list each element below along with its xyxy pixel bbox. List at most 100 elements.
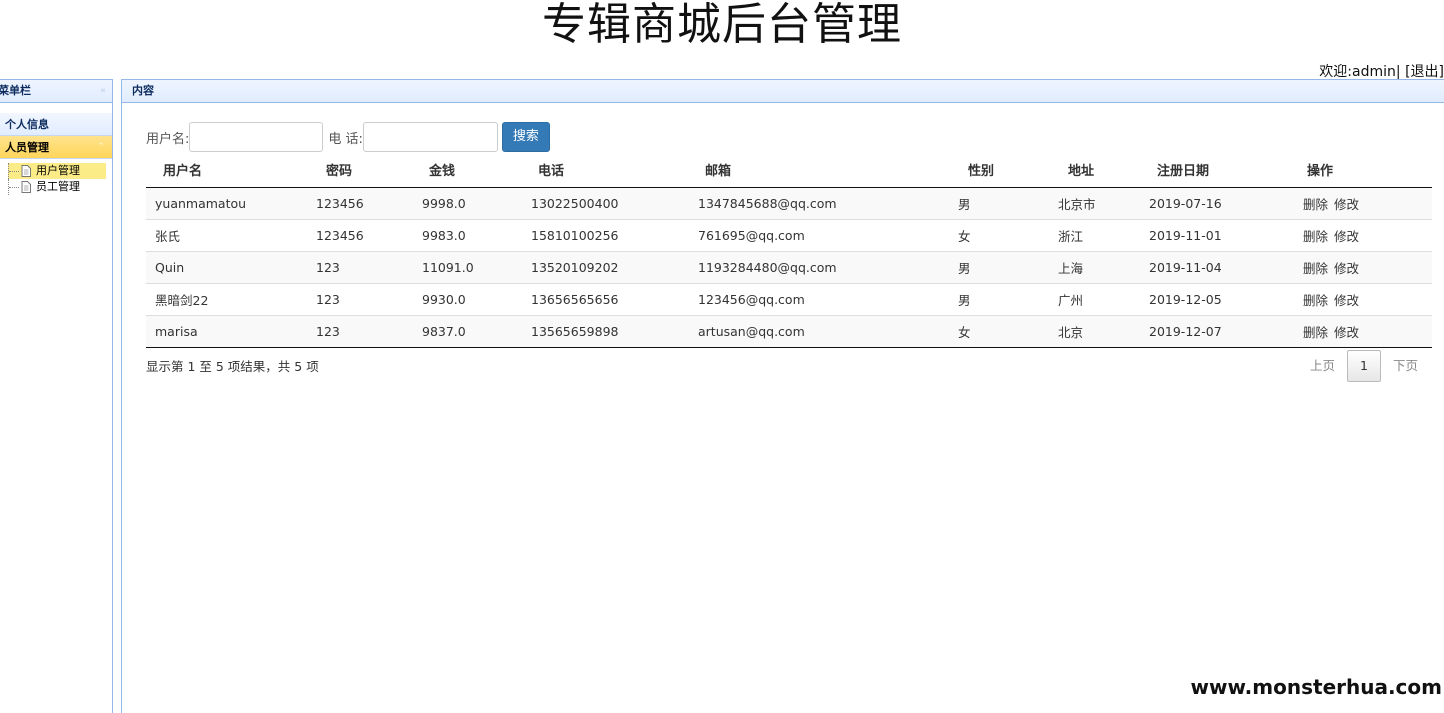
table-row: yuanmamatou 123456 9998.0 13022500400 134784… [146,186,1432,219]
actions-cell: 删除 修改 [1295,314,1432,348]
username-cell: 黑暗剑22 [146,282,316,315]
password-cell: 123 [316,250,422,283]
accordion-staff-management-label: 人员管理 [5,141,49,154]
table-header-row: 用户名 密码 金钱 电话 邮箱 性别 地址 注册日期 操作 [146,153,1432,188]
edit-link[interactable]: 修改 [1334,261,1359,276]
search-button[interactable]: 搜索 [501,122,550,152]
actions-cell: 删除 修改 [1295,282,1432,315]
actions-cell: 删除 修改 [1295,186,1432,219]
address-cell: 上海 [1048,250,1149,283]
tree-item-label: 用户管理 [36,164,80,177]
tree-line [8,179,20,195]
email-cell: 123456@qq.com [698,282,948,315]
phone-cell: 15810100256 [531,218,698,251]
pagination: 上页 1 下页 [1298,350,1430,382]
column-header-password[interactable]: 密码 [316,153,422,188]
email-cell: artusan@qq.com [698,314,948,348]
table-row: 张氏 123456 9983.0 15810100256 761695@qq.com 女浙… [146,218,1432,251]
edit-link[interactable]: 修改 [1334,229,1359,244]
table-row: 黑暗剑22 123 9930.0 13656565656 123456@qq.com 男广… [146,282,1432,315]
gender-cell: 男 [948,186,1048,219]
email-cell: 1193284480@qq.com [698,250,948,283]
table-row: marisa 123 9837.0 13565659898 artusan@qq.com… [146,314,1432,348]
next-page-button[interactable]: 下页 [1381,350,1430,382]
search-bar: 用户名: 电 话: 搜索 [146,122,550,152]
accordion-personal-info[interactable]: 个人信息 [0,113,112,136]
address-cell: 浙江 [1048,218,1149,251]
menu-tree: 用户管理 员工管理 [0,159,112,195]
column-header-email[interactable]: 邮箱 [698,153,948,188]
edit-link[interactable]: 修改 [1334,197,1359,212]
phone-cell: 13565659898 [531,314,698,348]
password-cell: 123 [316,282,422,315]
column-header-gender[interactable]: 性别 [948,153,1048,188]
menu-panel-header: 菜单栏 « [0,79,112,103]
money-cell: 9983.0 [422,218,531,251]
delete-link[interactable]: 删除 [1303,261,1328,276]
password-cell: 123456 [316,218,422,251]
page-number-button[interactable]: 1 [1346,350,1381,382]
content-panel-title: 内容 [132,84,154,97]
username-cell: marisa [146,314,316,348]
phone-cell: 13656565656 [531,282,698,315]
accordion-staff-management[interactable]: 人员管理 ⌃ [0,136,112,159]
menu-accordion: 个人信息 人员管理 ⌃ 用户管理 员工管理 [0,113,112,195]
actions-cell: 删除 修改 [1295,218,1432,251]
column-header-register-date[interactable]: 注册日期 [1149,153,1295,188]
delete-link[interactable]: 删除 [1303,197,1328,212]
username-cell: 张氏 [146,218,316,251]
file-icon [21,181,31,193]
phone-cell: 13520109202 [531,250,698,283]
column-header-actions: 操作 [1295,153,1432,188]
welcome-bar: 欢迎:admin| [退出] [1319,61,1444,81]
username-search-input[interactable] [189,122,324,152]
user-table: 用户名 密码 金钱 电话 邮箱 性别 地址 注册日期 操作 yuanmamato… [146,153,1432,348]
gender-cell: 男 [948,250,1048,283]
column-header-money[interactable]: 金钱 [422,153,531,188]
file-icon [21,165,31,177]
gender-cell: 男 [948,282,1048,315]
register-date-cell: 2019-11-01 [1149,218,1295,251]
prev-page-button[interactable]: 上页 [1298,350,1347,382]
gender-cell: 女 [948,314,1048,348]
accordion-collapse-icon[interactable]: ⌃ [96,142,106,152]
money-cell: 11091.0 [422,250,531,283]
collapse-left-icon[interactable]: « [98,86,108,96]
money-cell: 9930.0 [422,282,531,315]
email-cell: 1347845688@qq.com [698,186,948,219]
app-title: 专辑商城后台管理 [542,0,902,50]
delete-link[interactable]: 删除 [1303,325,1328,340]
phone-label: 电 话: [328,131,363,147]
password-cell: 123456 [316,186,422,219]
delete-link[interactable]: 删除 [1303,293,1328,308]
table-info: 显示第 1 至 5 项结果，共 5 项 [146,359,319,374]
column-header-username[interactable]: 用户名 [146,153,316,188]
tree-item-label: 员工管理 [36,180,80,193]
register-date-cell: 2019-11-04 [1149,250,1295,283]
email-cell: 761695@qq.com [698,218,948,251]
edit-link[interactable]: 修改 [1334,325,1359,340]
edit-link[interactable]: 修改 [1334,293,1359,308]
password-cell: 123 [316,314,422,348]
phone-search-input[interactable] [362,122,498,152]
address-cell: 北京市 [1048,186,1149,219]
money-cell: 9837.0 [422,314,531,348]
table-row: Quin 123 11091.0 13520109202 1193284480@qq.c… [146,250,1432,283]
accordion-personal-info-label: 个人信息 [5,118,49,131]
tree-item-user-management[interactable]: 用户管理 [8,163,106,179]
register-date-cell: 2019-12-05 [1149,282,1295,315]
logout-link[interactable]: [退出] [1405,64,1444,80]
content-panel: 内容 用户名: 电 话: 搜索 用户名 密码 金钱 电话 邮箱 性别 地址 注册… [121,79,1444,713]
tree-item-employee-management[interactable]: 员工管理 [8,179,112,195]
address-cell: 广州 [1048,282,1149,315]
welcome-text: 欢迎:admin| [1319,64,1401,80]
money-cell: 9998.0 [422,186,531,219]
register-date-cell: 2019-12-07 [1149,314,1295,348]
gender-cell: 女 [948,218,1048,251]
address-cell: 北京 [1048,314,1149,348]
delete-link[interactable]: 删除 [1303,229,1328,244]
column-header-address[interactable]: 地址 [1048,153,1149,188]
username-cell: Quin [146,250,316,283]
column-header-phone[interactable]: 电话 [531,153,698,188]
register-date-cell: 2019-07-16 [1149,186,1295,219]
